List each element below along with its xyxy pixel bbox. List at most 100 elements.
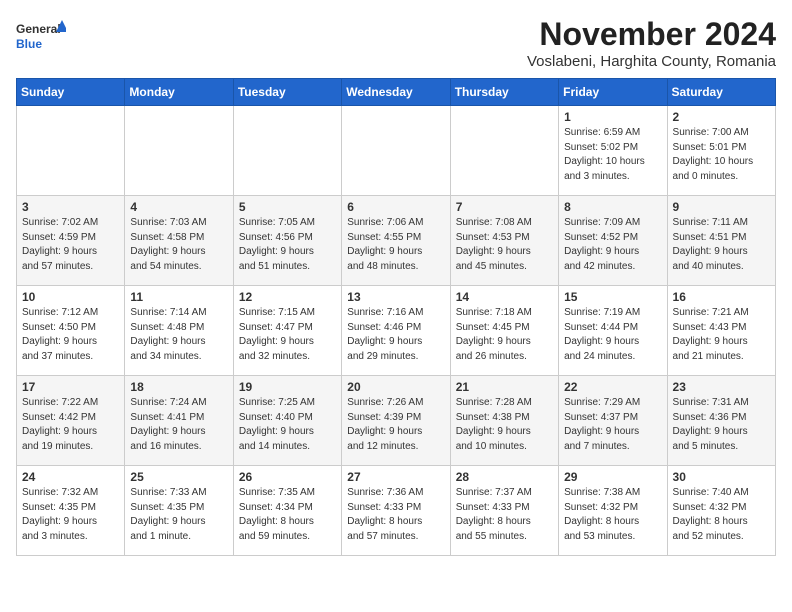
- calendar-cell: [233, 106, 341, 196]
- day-info: Sunrise: 7:12 AM Sunset: 4:50 PM Dayligh…: [22, 306, 119, 364]
- calendar-cell: [17, 106, 125, 196]
- day-number: 28: [456, 470, 553, 484]
- calendar-cell: 15Sunrise: 7:19 AM Sunset: 4:44 PM Dayli…: [559, 286, 667, 376]
- day-info: Sunrise: 7:15 AM Sunset: 4:47 PM Dayligh…: [239, 306, 336, 364]
- calendar-week-row: 10 Sunrise: 7:12 AM Sunset: 4:50 PM Dayli…: [17, 286, 776, 376]
- day-info: Sunrise: 7:33 AM Sunset: 4:35 PM Dayligh…: [130, 486, 227, 544]
- day-number: 22: [564, 380, 661, 394]
- day-info: Sunrise: 7:29 AM Sunset: 4:37 PM Dayligh…: [564, 396, 661, 454]
- day-number: 29: [564, 470, 661, 484]
- day-number: 21: [456, 380, 553, 394]
- calendar-cell: 18 Sunrise: 7:24 AM Sunset: 4:41 PM Dayli…: [125, 376, 233, 466]
- day-info: Sunrise: 7:02 AM Sunset: 4:59 PM Dayligh…: [22, 216, 119, 274]
- calendar-cell: 13Sunrise: 7:16 AM Sunset: 4:46 PM Dayli…: [342, 286, 450, 376]
- day-number: 17: [22, 380, 119, 394]
- page-header: General Blue November 2024 Voslabeni, Ha…: [16, 16, 776, 70]
- day-number: 30: [673, 470, 770, 484]
- weekday-header: Saturday: [667, 79, 775, 106]
- day-number: 23: [673, 380, 770, 394]
- day-number: 4: [130, 200, 227, 214]
- calendar-cell: 7Sunrise: 7:08 AM Sunset: 4:53 PM Daylig…: [450, 196, 558, 286]
- day-number: 8: [564, 200, 661, 214]
- location-title: Voslabeni, Harghita County, Romania: [527, 53, 776, 70]
- calendar-cell: 14 Sunrise: 7:18 AM Sunset: 4:45 PM Dayli…: [450, 286, 558, 376]
- logo-svg: General Blue: [16, 16, 66, 56]
- calendar-week-row: 24 Sunrise: 7:32 AM Sunset: 4:35 PM Dayli…: [17, 466, 776, 556]
- day-number: 1: [564, 110, 661, 124]
- day-number: 16: [673, 290, 770, 304]
- day-number: 24: [22, 470, 119, 484]
- day-number: 10: [22, 290, 119, 304]
- calendar-cell: 30 Sunrise: 7:40 AM Sunset: 4:32 PM Dayli…: [667, 466, 775, 556]
- calendar-cell: 16 Sunrise: 7:21 AM Sunset: 4:43 PM Dayli…: [667, 286, 775, 376]
- calendar-cell: 6 Sunrise: 7:06 AM Sunset: 4:55 PM Daylig…: [342, 196, 450, 286]
- calendar-cell: 8 Sunrise: 7:09 AM Sunset: 4:52 PM Daylig…: [559, 196, 667, 286]
- calendar-week-row: 3 Sunrise: 7:02 AM Sunset: 4:59 PM Daylig…: [17, 196, 776, 286]
- day-info: Sunrise: 7:31 AM Sunset: 4:36 PM Dayligh…: [673, 396, 770, 454]
- day-info: Sunrise: 7:38 AM Sunset: 4:32 PM Dayligh…: [564, 486, 661, 544]
- weekday-header: Friday: [559, 79, 667, 106]
- day-number: 2: [673, 110, 770, 124]
- weekday-header: Tuesday: [233, 79, 341, 106]
- calendar-cell: [125, 106, 233, 196]
- month-title: November 2024: [527, 16, 776, 53]
- day-info: Sunrise: 7:05 AM Sunset: 4:56 PM Dayligh…: [239, 216, 336, 274]
- day-number: 11: [130, 290, 227, 304]
- calendar-cell: 29 Sunrise: 7:38 AM Sunset: 4:32 PM Dayli…: [559, 466, 667, 556]
- day-info: Sunrise: 7:40 AM Sunset: 4:32 PM Dayligh…: [673, 486, 770, 544]
- day-info: Sunrise: 7:22 AM Sunset: 4:42 PM Dayligh…: [22, 396, 119, 454]
- day-info: Sunrise: 7:36 AM Sunset: 4:33 PM Dayligh…: [347, 486, 444, 544]
- calendar-cell: 27Sunrise: 7:36 AM Sunset: 4:33 PM Dayli…: [342, 466, 450, 556]
- day-info: Sunrise: 7:26 AM Sunset: 4:39 PM Dayligh…: [347, 396, 444, 454]
- svg-text:Blue: Blue: [16, 37, 42, 51]
- day-info: Sunrise: 7:03 AM Sunset: 4:58 PM Dayligh…: [130, 216, 227, 274]
- day-info: Sunrise: 7:16 AM Sunset: 4:46 PM Dayligh…: [347, 306, 444, 364]
- calendar-cell: 1 Sunrise: 6:59 AM Sunset: 5:02 PM Daylig…: [559, 106, 667, 196]
- calendar-cell: 24 Sunrise: 7:32 AM Sunset: 4:35 PM Dayli…: [17, 466, 125, 556]
- day-info: Sunrise: 7:37 AM Sunset: 4:33 PM Dayligh…: [456, 486, 553, 544]
- day-info: Sunrise: 7:25 AM Sunset: 4:40 PM Dayligh…: [239, 396, 336, 454]
- day-info: Sunrise: 7:32 AM Sunset: 4:35 PM Dayligh…: [22, 486, 119, 544]
- day-info: Sunrise: 6:59 AM Sunset: 5:02 PM Dayligh…: [564, 126, 661, 184]
- day-number: 26: [239, 470, 336, 484]
- calendar-table: SundayMondayTuesdayWednesdayThursdayFrid…: [16, 78, 776, 556]
- day-number: 18: [130, 380, 227, 394]
- calendar-cell: 28 Sunrise: 7:37 AM Sunset: 4:33 PM Dayli…: [450, 466, 558, 556]
- day-info: Sunrise: 7:19 AM Sunset: 4:44 PM Dayligh…: [564, 306, 661, 364]
- calendar-cell: 23 Sunrise: 7:31 AM Sunset: 4:36 PM Dayli…: [667, 376, 775, 466]
- weekday-header: Wednesday: [342, 79, 450, 106]
- day-number: 6: [347, 200, 444, 214]
- day-number: 3: [22, 200, 119, 214]
- calendar-week-row: 1 Sunrise: 6:59 AM Sunset: 5:02 PM Daylig…: [17, 106, 776, 196]
- day-info: Sunrise: 7:35 AM Sunset: 4:34 PM Dayligh…: [239, 486, 336, 544]
- calendar-week-row: 17 Sunrise: 7:22 AM Sunset: 4:42 PM Dayli…: [17, 376, 776, 466]
- calendar-cell: 17 Sunrise: 7:22 AM Sunset: 4:42 PM Dayli…: [17, 376, 125, 466]
- calendar-cell: 11 Sunrise: 7:14 AM Sunset: 4:48 PM Dayli…: [125, 286, 233, 376]
- day-number: 25: [130, 470, 227, 484]
- calendar-cell: 10 Sunrise: 7:12 AM Sunset: 4:50 PM Dayli…: [17, 286, 125, 376]
- day-info: Sunrise: 7:11 AM Sunset: 4:51 PM Dayligh…: [673, 216, 770, 274]
- day-number: 12: [239, 290, 336, 304]
- day-number: 7: [456, 200, 553, 214]
- day-info: Sunrise: 7:00 AM Sunset: 5:01 PM Dayligh…: [673, 126, 770, 184]
- day-number: 14: [456, 290, 553, 304]
- day-info: Sunrise: 7:21 AM Sunset: 4:43 PM Dayligh…: [673, 306, 770, 364]
- weekday-header: Monday: [125, 79, 233, 106]
- day-number: 20: [347, 380, 444, 394]
- day-number: 19: [239, 380, 336, 394]
- title-block: November 2024 Voslabeni, Harghita County…: [527, 16, 776, 70]
- calendar-cell: [450, 106, 558, 196]
- calendar-cell: 2 Sunrise: 7:00 AM Sunset: 5:01 PM Daylig…: [667, 106, 775, 196]
- calendar-cell: 9Sunrise: 7:11 AM Sunset: 4:51 PM Daylig…: [667, 196, 775, 286]
- calendar-cell: 3 Sunrise: 7:02 AM Sunset: 4:59 PM Daylig…: [17, 196, 125, 286]
- day-info: Sunrise: 7:24 AM Sunset: 4:41 PM Dayligh…: [130, 396, 227, 454]
- calendar-cell: 22 Sunrise: 7:29 AM Sunset: 4:37 PM Dayli…: [559, 376, 667, 466]
- day-info: Sunrise: 7:09 AM Sunset: 4:52 PM Dayligh…: [564, 216, 661, 274]
- calendar-cell: 25 Sunrise: 7:33 AM Sunset: 4:35 PM Dayli…: [125, 466, 233, 556]
- day-info: Sunrise: 7:06 AM Sunset: 4:55 PM Dayligh…: [347, 216, 444, 274]
- calendar-cell: 19 Sunrise: 7:25 AM Sunset: 4:40 PM Dayli…: [233, 376, 341, 466]
- day-info: Sunrise: 7:14 AM Sunset: 4:48 PM Dayligh…: [130, 306, 227, 364]
- day-number: 5: [239, 200, 336, 214]
- day-info: Sunrise: 7:18 AM Sunset: 4:45 PM Dayligh…: [456, 306, 553, 364]
- logo: General Blue: [16, 16, 66, 56]
